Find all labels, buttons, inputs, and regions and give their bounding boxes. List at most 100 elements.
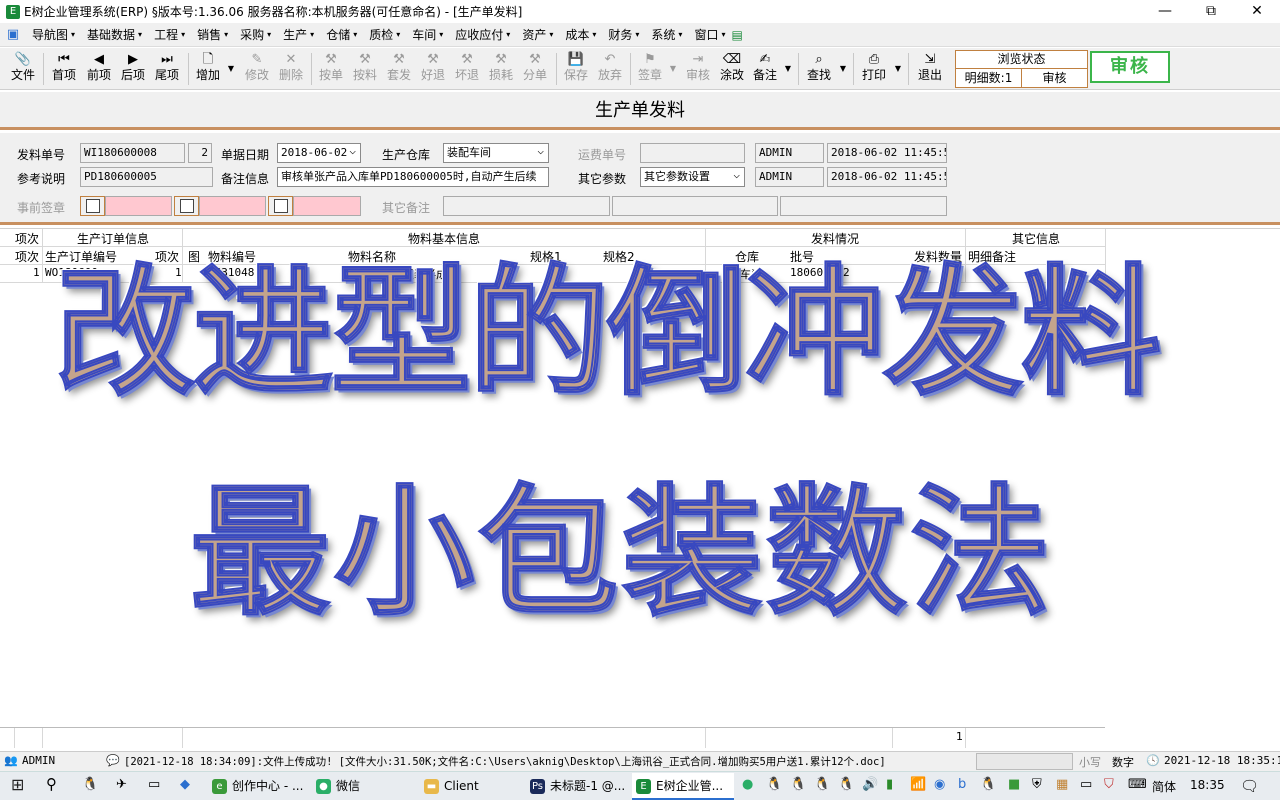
- wifi-icon[interactable]: 📶: [910, 777, 926, 792]
- other-note-field-2[interactable]: [612, 196, 778, 216]
- menu-basic-data[interactable]: 基础数据 ▾: [81, 26, 148, 43]
- search-icon[interactable]: ⚲: [46, 775, 57, 793]
- good-return-button[interactable]: ⚒ 好退: [418, 51, 448, 82]
- minimize-button[interactable]: —: [1142, 0, 1188, 23]
- freight-no-field[interactable]: [640, 143, 745, 163]
- other-param-select[interactable]: 其它参数设置: [640, 167, 745, 187]
- created-time-field: 2018-06-02 11:45:56: [827, 143, 947, 163]
- shield-icon[interactable]: ⛨: [1032, 777, 1042, 792]
- add-button[interactable]: 🗋 增加: [193, 51, 223, 82]
- taskbar-app-erp[interactable]: E E树企业管...: [632, 773, 734, 800]
- issue-seq-field[interactable]: 2: [188, 143, 212, 163]
- menu-engineering[interactable]: 工程 ▾: [148, 26, 191, 43]
- presign-field-1[interactable]: [105, 196, 172, 216]
- remark-field[interactable]: 审核单张产品入库单PD180600005时,自动产生后续: [277, 167, 549, 187]
- find-button[interactable]: ⌕ 查找: [804, 51, 834, 82]
- print-dropdown[interactable]: ▼: [893, 62, 903, 76]
- next-button[interactable]: ▶ 后项: [118, 51, 148, 82]
- menu-window[interactable]: 窗口 ▾: [688, 26, 731, 43]
- network-icon[interactable]: ▭: [1080, 777, 1092, 792]
- first-button[interactable]: ⏮ 首项: [49, 51, 79, 82]
- ref-field[interactable]: PD180600005: [80, 167, 213, 187]
- close-button[interactable]: ✕: [1234, 0, 1280, 23]
- menu-quality[interactable]: 质检 ▾: [363, 26, 406, 43]
- app-icon[interactable]: ◆: [180, 777, 190, 792]
- issue-no-field[interactable]: WI180600008: [80, 143, 185, 163]
- by-order-button[interactable]: ⚒ 按单: [316, 51, 346, 82]
- menu-finance[interactable]: 财务 ▾: [602, 26, 645, 43]
- layout-icon[interactable]: ▤: [731, 28, 742, 42]
- qq-tray-icon[interactable]: 🐧: [814, 777, 830, 792]
- volume-icon[interactable]: 🔊: [862, 777, 878, 792]
- taskbar-clock[interactable]: 18:35: [1190, 778, 1225, 792]
- prev-button[interactable]: ◀ 前项: [84, 51, 114, 82]
- exit-button[interactable]: ⇲ 退出: [915, 51, 945, 82]
- modifier-field: ADMIN: [755, 167, 824, 187]
- presign-field-3[interactable]: [293, 196, 361, 216]
- split-button[interactable]: ⚒ 分单: [520, 51, 550, 82]
- add-dropdown[interactable]: ▼: [226, 62, 236, 76]
- qq-tray-icon[interactable]: 🐧: [766, 777, 782, 792]
- note-dropdown[interactable]: ▼: [783, 62, 793, 76]
- app-tray-icon[interactable]: b: [958, 777, 966, 792]
- wechat-tray-icon[interactable]: ●: [742, 777, 753, 792]
- menu-production[interactable]: 生产 ▾: [277, 26, 320, 43]
- mcafee-icon[interactable]: ⛉: [1104, 777, 1114, 792]
- kit-button[interactable]: ⚒ 套发: [384, 51, 414, 82]
- edit-button[interactable]: ✎ 修改: [242, 51, 272, 82]
- note-button[interactable]: ✍ 备注: [750, 51, 780, 82]
- file-button[interactable]: 📎 文件: [8, 51, 38, 82]
- loss-button[interactable]: ⚒ 损耗: [486, 51, 516, 82]
- app-tray-icon[interactable]: ◉: [934, 777, 945, 792]
- qq-tray-icon[interactable]: 🐧: [838, 777, 854, 792]
- presign-checkbox-1[interactable]: [86, 199, 100, 213]
- ime-indicator[interactable]: 简体: [1152, 778, 1176, 795]
- presign-checkbox-2[interactable]: [180, 199, 194, 213]
- doc-date-picker[interactable]: 2018-06-02: [277, 143, 361, 163]
- menu-sales[interactable]: 销售 ▾: [191, 26, 234, 43]
- discard-button[interactable]: ↶ 放弃: [595, 51, 625, 82]
- save-button[interactable]: 💾 保存: [561, 51, 591, 82]
- menu-cost[interactable]: 成本 ▾: [559, 26, 602, 43]
- windows-start-icon[interactable]: ⊞: [11, 775, 24, 794]
- taskbar-app-wechat[interactable]: ● 微信: [312, 773, 412, 800]
- print-button[interactable]: ⎙ 打印: [859, 51, 889, 82]
- menu-purchase[interactable]: 采购 ▾: [234, 26, 277, 43]
- sign-dropdown[interactable]: ▼: [668, 62, 678, 76]
- keyboard-icon[interactable]: ⌨: [1128, 777, 1147, 792]
- app-tray-icon[interactable]: ▦: [1056, 777, 1068, 792]
- nvidia-icon[interactable]: ■: [1008, 777, 1020, 792]
- menu-receivable[interactable]: 应收应付 ▾: [449, 26, 516, 43]
- menu-assets[interactable]: 资产 ▾: [516, 26, 559, 43]
- presign-field-2[interactable]: [199, 196, 266, 216]
- find-dropdown[interactable]: ▼: [838, 62, 848, 76]
- delete-button[interactable]: ✕ 删除: [276, 51, 306, 82]
- app-icon[interactable]: ✈: [116, 777, 127, 792]
- presign-checkbox-3[interactable]: [274, 199, 288, 213]
- audit-button[interactable]: ⇥ 审核: [683, 51, 713, 82]
- menu-workshop[interactable]: 车间 ▾: [406, 26, 449, 43]
- sign-button[interactable]: ⚑ 签章: [635, 51, 665, 82]
- warehouse-select[interactable]: 装配车间: [443, 143, 549, 163]
- col-seq[interactable]: 项次: [15, 248, 39, 265]
- maximize-button[interactable]: ⧉: [1188, 0, 1234, 23]
- battery-icon[interactable]: ▮: [886, 777, 893, 792]
- menu-navigation[interactable]: 导航图 ▾: [26, 26, 81, 43]
- by-material-button[interactable]: ⚒ 按料: [350, 51, 380, 82]
- app-icon[interactable]: ▭: [148, 777, 160, 792]
- taskbar-app-photoshop[interactable]: Ps 未标题-1 @...: [526, 773, 628, 800]
- last-button[interactable]: ⏭ 尾项: [152, 51, 182, 82]
- qq-tray-icon[interactable]: 🐧: [790, 777, 806, 792]
- bad-return-button[interactable]: ⚒ 坏退: [452, 51, 482, 82]
- other-note-field-3[interactable]: [780, 196, 947, 216]
- other-note-field-1[interactable]: [443, 196, 610, 216]
- erase-button[interactable]: ⌫ 涂改: [717, 51, 747, 82]
- notification-icon[interactable]: 🗨: [1240, 777, 1259, 795]
- menu-storage[interactable]: 仓储 ▾: [320, 26, 363, 43]
- menu-system[interactable]: 系统 ▾: [645, 26, 688, 43]
- taskbar-app-browser[interactable]: e 创作中心 - ...: [208, 773, 308, 800]
- qq-icon[interactable]: 🐧: [82, 777, 98, 792]
- taskbar-app-client[interactable]: ▬ Client: [420, 773, 520, 800]
- qq-tray-icon[interactable]: 🐧: [980, 777, 996, 792]
- mdi-icon[interactable]: ▣: [0, 27, 26, 42]
